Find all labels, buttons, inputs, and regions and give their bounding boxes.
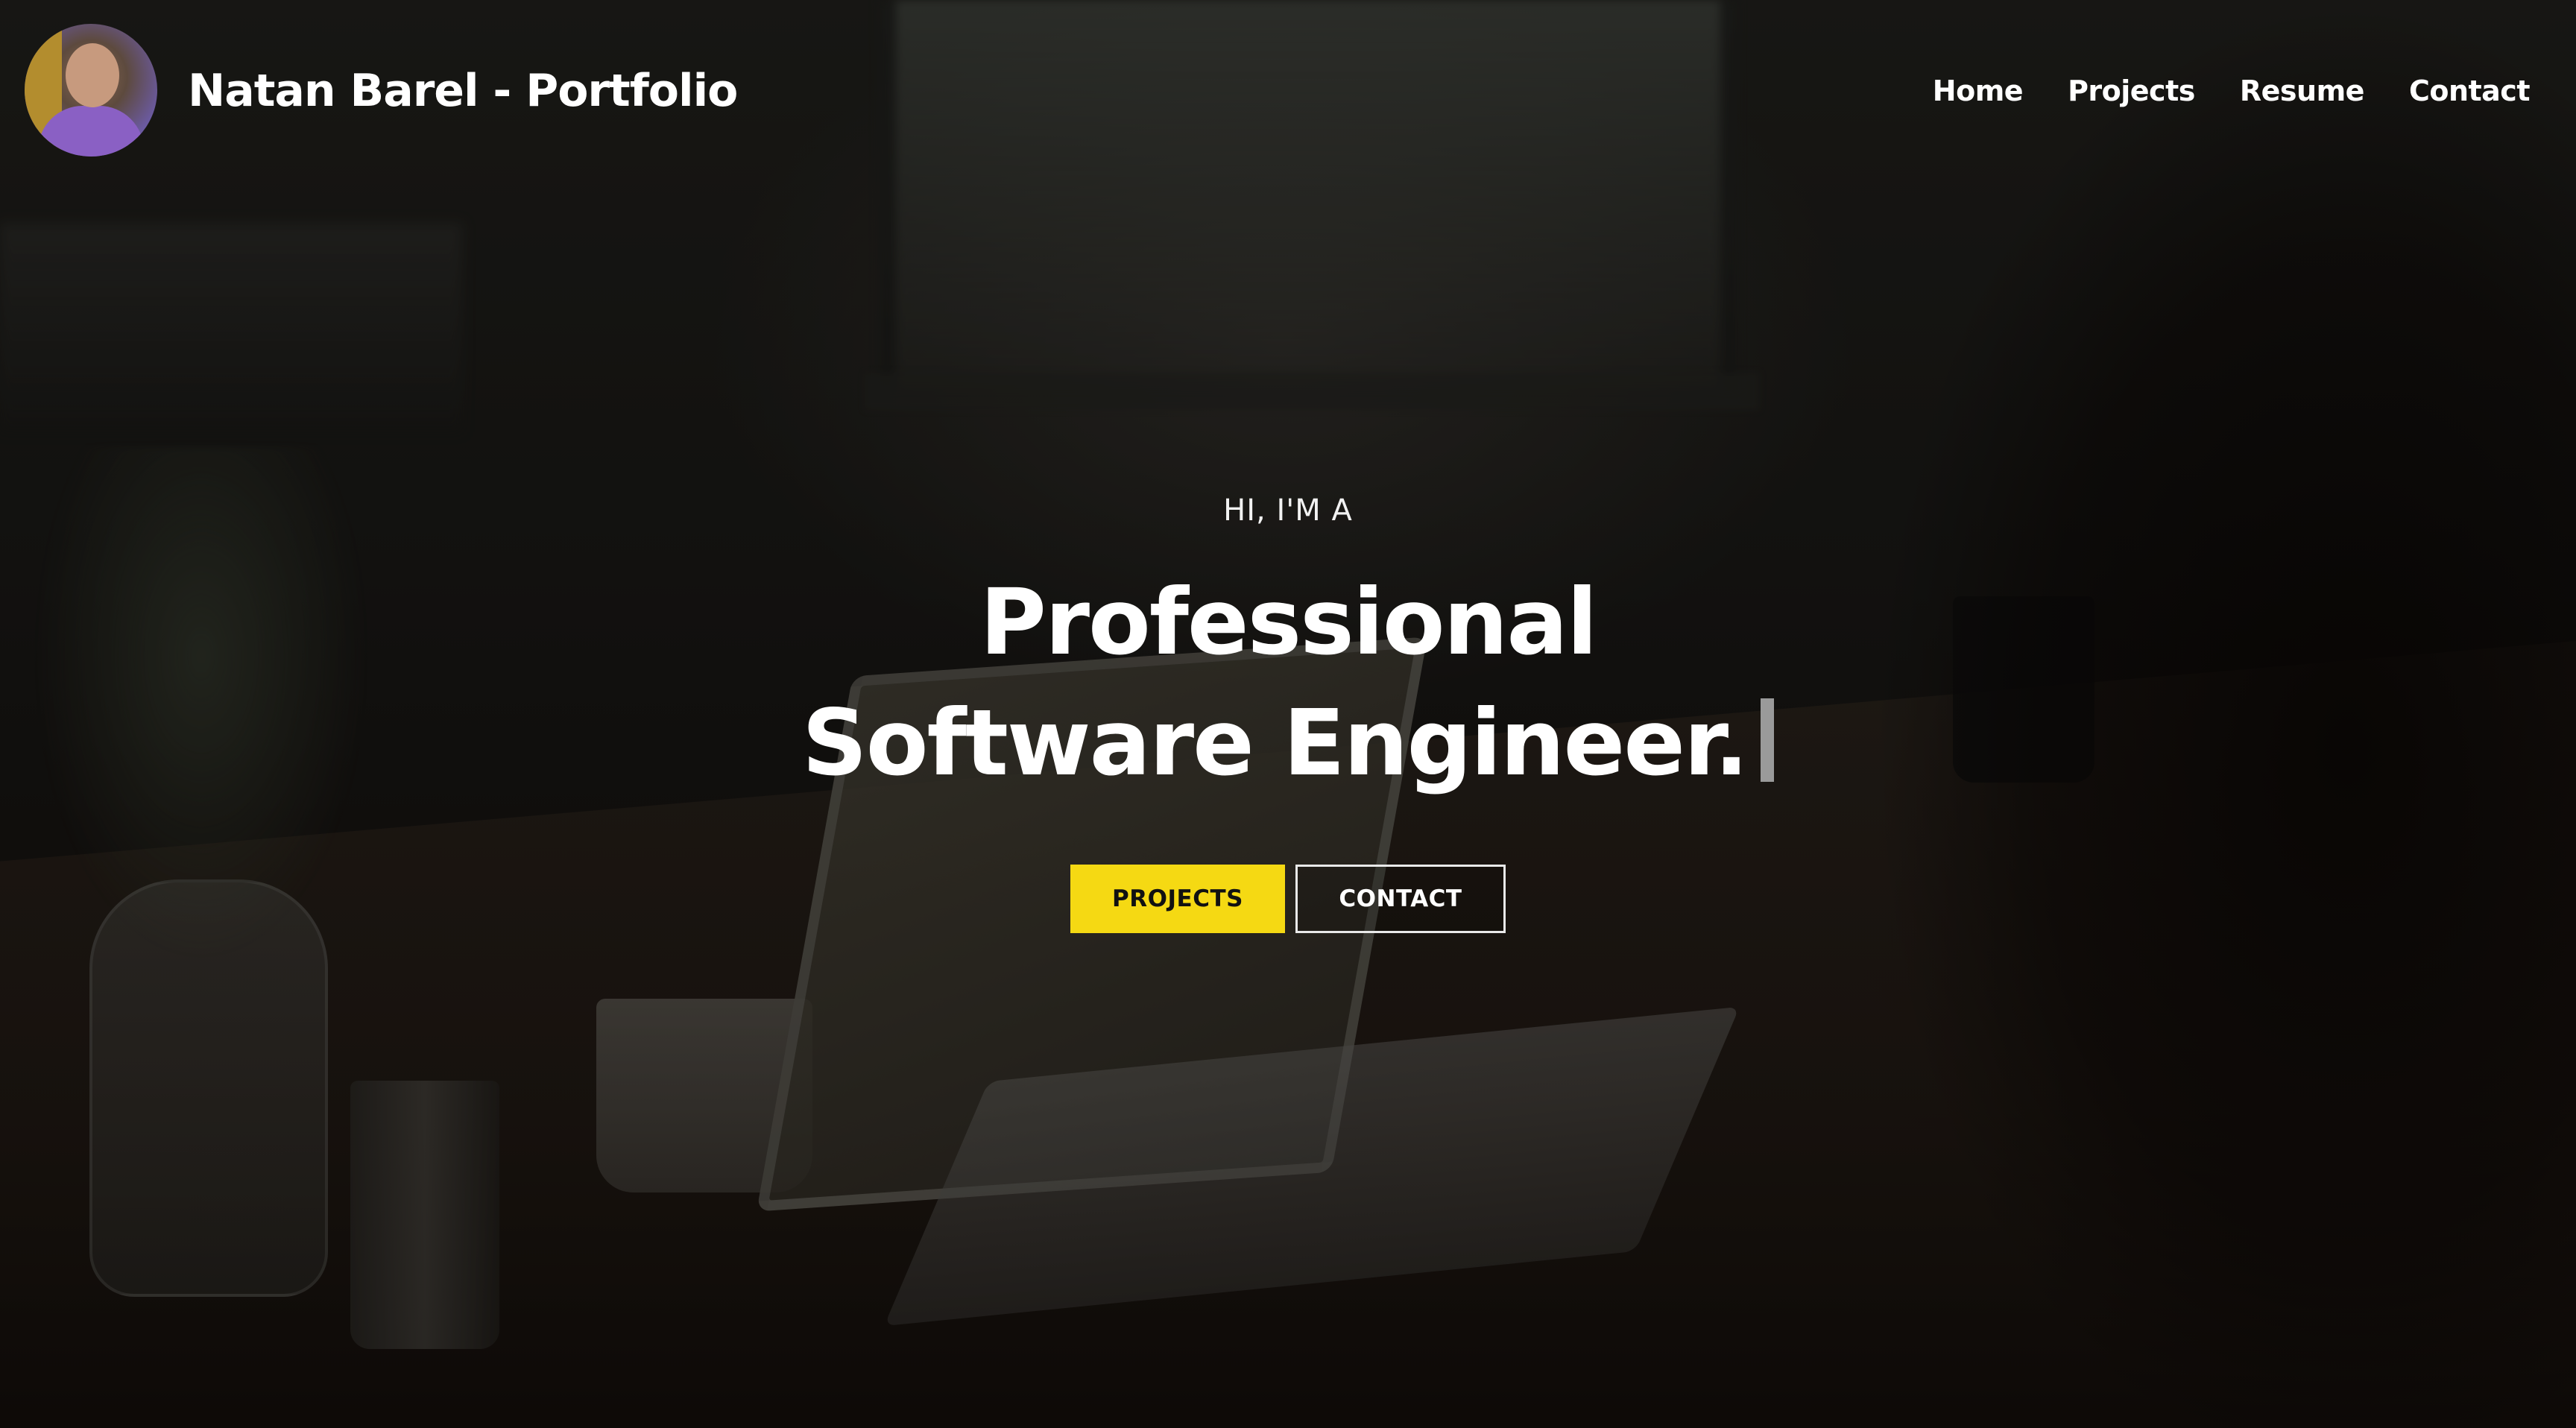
projects-button[interactable]: PROJECTS (1070, 865, 1285, 933)
hero-eyebrow: HI, I'M A (1223, 493, 1353, 528)
nav-link-contact[interactable]: Contact (2409, 71, 2531, 111)
hero-section: HI, I'M A Professional Software Engineer… (0, 477, 2576, 933)
main-nav: Home Projects Resume Contact (1933, 71, 2531, 111)
hero-heading-text: Professional Software Engineer. (801, 569, 1749, 796)
site-header: Natan Barel - Portfolio Home Projects Re… (0, 0, 2576, 183)
hero-heading: Professional Software Engineer. (766, 562, 1810, 803)
typing-cursor-icon (1761, 698, 1775, 782)
hero-actions: PROJECTS CONTACT (0, 865, 2576, 933)
site-title[interactable]: Natan Barel - Portfolio (188, 61, 738, 121)
avatar-face (66, 43, 119, 107)
contact-button[interactable]: CONTACT (1295, 865, 1506, 933)
nav-link-home[interactable]: Home (1933, 71, 2024, 111)
nav-link-projects[interactable]: Projects (2068, 71, 2195, 111)
nav-link-resume[interactable]: Resume (2240, 71, 2365, 111)
avatar[interactable] (25, 24, 157, 157)
page: Natan Barel - Portfolio Home Projects Re… (0, 0, 2576, 1428)
